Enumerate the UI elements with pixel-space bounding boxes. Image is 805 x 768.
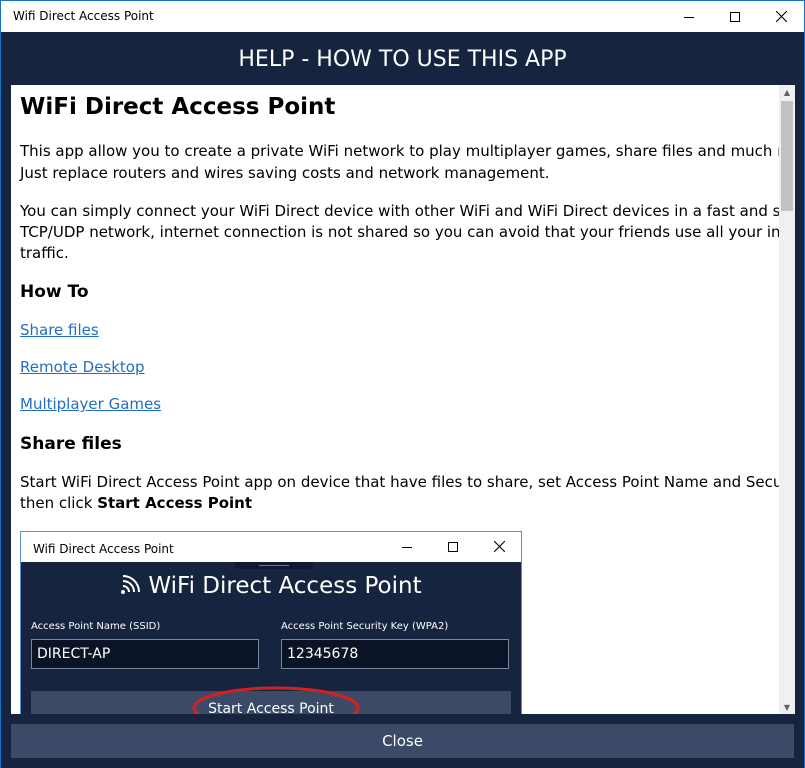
screenshot-maximize-icon: [430, 532, 476, 561]
scroll-down-icon[interactable]: ▼: [779, 700, 795, 714]
link-share-files[interactable]: Share files: [20, 320, 99, 341]
howto-heading: How To: [20, 282, 89, 302]
app-window: Wifi Direct Access Point HELP - HOW TO U…: [0, 0, 805, 768]
page-title: HELP - HOW TO USE THIS APP: [238, 46, 567, 72]
scroll-up-icon[interactable]: ▲: [779, 85, 795, 99]
link-remote-desktop[interactable]: Remote Desktop: [20, 357, 145, 378]
screenshot-grip: [235, 562, 313, 569]
minimize-icon: [684, 16, 694, 18]
wifi-icon: [121, 575, 141, 594]
link-multiplayer-games[interactable]: Multiplayer Games: [20, 394, 161, 415]
maximize-button[interactable]: [712, 1, 758, 32]
share-line-2-bold: Start Access Point: [97, 494, 253, 512]
screenshot-window-title: Wifi Direct Access Point: [33, 542, 174, 556]
vertical-scrollbar[interactable]: ▲ ▼: [779, 85, 795, 714]
title-bar: Wifi Direct Access Point: [1, 1, 804, 32]
screenshot-app-title: WiFi Direct Access Point: [21, 572, 521, 600]
screenshot-app-body: WiFi Direct Access Point Access Point Na…: [21, 562, 521, 714]
scroll-thumb[interactable]: [781, 101, 793, 211]
desc-line-1: You can simply connect your WiFi Direct …: [20, 202, 779, 220]
share-line-1: Start WiFi Direct Access Point app on de…: [20, 473, 779, 491]
screenshot-app-title-text: WiFi Direct Access Point: [148, 573, 422, 599]
key-field: 12345678: [281, 639, 509, 669]
help-content[interactable]: WiFi Direct Access Point This app allow …: [11, 85, 779, 714]
intro-line-1: This app allow you to create a private W…: [20, 142, 779, 160]
share-line-2: then click Start Access Point: [20, 493, 779, 514]
intro-line-2: Just replace routers and wires saving co…: [20, 164, 550, 182]
screenshot-minimize-icon: [384, 532, 430, 561]
share-line-2-prefix: then click: [20, 494, 98, 512]
window-title: Wifi Direct Access Point: [13, 9, 154, 23]
desc-line-2: TCP/UDP network, internet connection is …: [20, 223, 779, 241]
desc-line-3: traffic.: [20, 244, 69, 262]
ssid-label: Access Point Name (SSID): [31, 621, 161, 632]
highlight-ellipse: [192, 686, 360, 714]
close-icon: [775, 11, 787, 22]
screenshot-close-icon: [476, 532, 521, 561]
window-body: HELP - HOW TO USE THIS APP WiFi Direct A…: [1, 32, 804, 768]
maximize-icon: [730, 11, 740, 22]
help-title: WiFi Direct Access Point: [20, 94, 336, 120]
app-screenshot-image: Wifi Direct Access Point WiFi Direct Acc…: [20, 531, 522, 714]
share-files-heading: Share files: [20, 434, 122, 454]
ssid-field: DIRECT-AP: [31, 639, 259, 669]
close-button[interactable]: Close: [11, 724, 794, 758]
close-window-button[interactable]: [758, 1, 804, 32]
key-label: Access Point Security Key (WPA2): [281, 621, 449, 632]
minimize-button[interactable]: [666, 1, 712, 32]
